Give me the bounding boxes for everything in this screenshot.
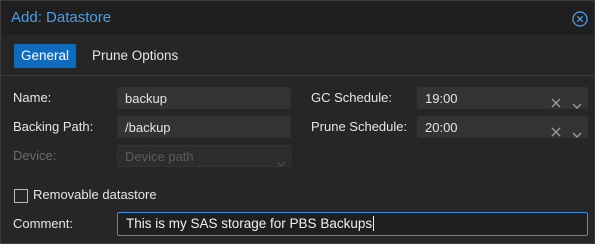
dialog-titlebar: Add: Datastore (1, 1, 594, 35)
clear-x-icon[interactable] (551, 93, 561, 108)
dialog-title: Add: Datastore (11, 9, 112, 26)
close-icon[interactable] (572, 11, 588, 27)
tab-bar: General Prune Options (1, 35, 594, 76)
name-value: backup (125, 91, 167, 106)
name-field[interactable]: backup (117, 87, 291, 109)
comment-label: Comment: (13, 216, 73, 231)
text-caret (373, 216, 375, 231)
prune-schedule-label: Prune Schedule: (311, 119, 408, 134)
device-placeholder: Device path (125, 149, 194, 164)
backing-path-field[interactable]: /backup (117, 116, 291, 138)
tab-general[interactable]: General (14, 44, 77, 68)
gc-schedule-label: GC Schedule: (311, 90, 392, 105)
device-field: Device path (117, 145, 291, 167)
add-datastore-dialog: Add: Datastore General Prune Options Nam… (0, 0, 595, 244)
name-label: Name: (13, 90, 52, 105)
chevron-down-icon (276, 153, 286, 167)
comment-field[interactable]: This is my SAS storage for PBS Backups (117, 212, 588, 236)
comment-value: This is my SAS storage for PBS Backups (126, 216, 373, 231)
gc-schedule-value: 19:00 (425, 91, 458, 106)
gc-schedule-field[interactable]: 19:00 (417, 87, 588, 109)
prune-schedule-value: 20:00 (425, 120, 458, 135)
prune-schedule-field[interactable]: 20:00 (417, 116, 588, 138)
device-label: Device: (13, 148, 57, 163)
tab-prune-options[interactable]: Prune Options (85, 44, 185, 68)
chevron-down-icon[interactable] (572, 95, 582, 109)
clear-x-icon[interactable] (551, 122, 561, 137)
removable-datastore-label[interactable]: Removable datastore (33, 184, 157, 206)
removable-datastore-checkbox[interactable] (14, 189, 28, 203)
backing-path-label: Backing Path: (13, 119, 94, 134)
backing-path-value: /backup (125, 120, 171, 135)
chevron-down-icon[interactable] (572, 124, 582, 138)
